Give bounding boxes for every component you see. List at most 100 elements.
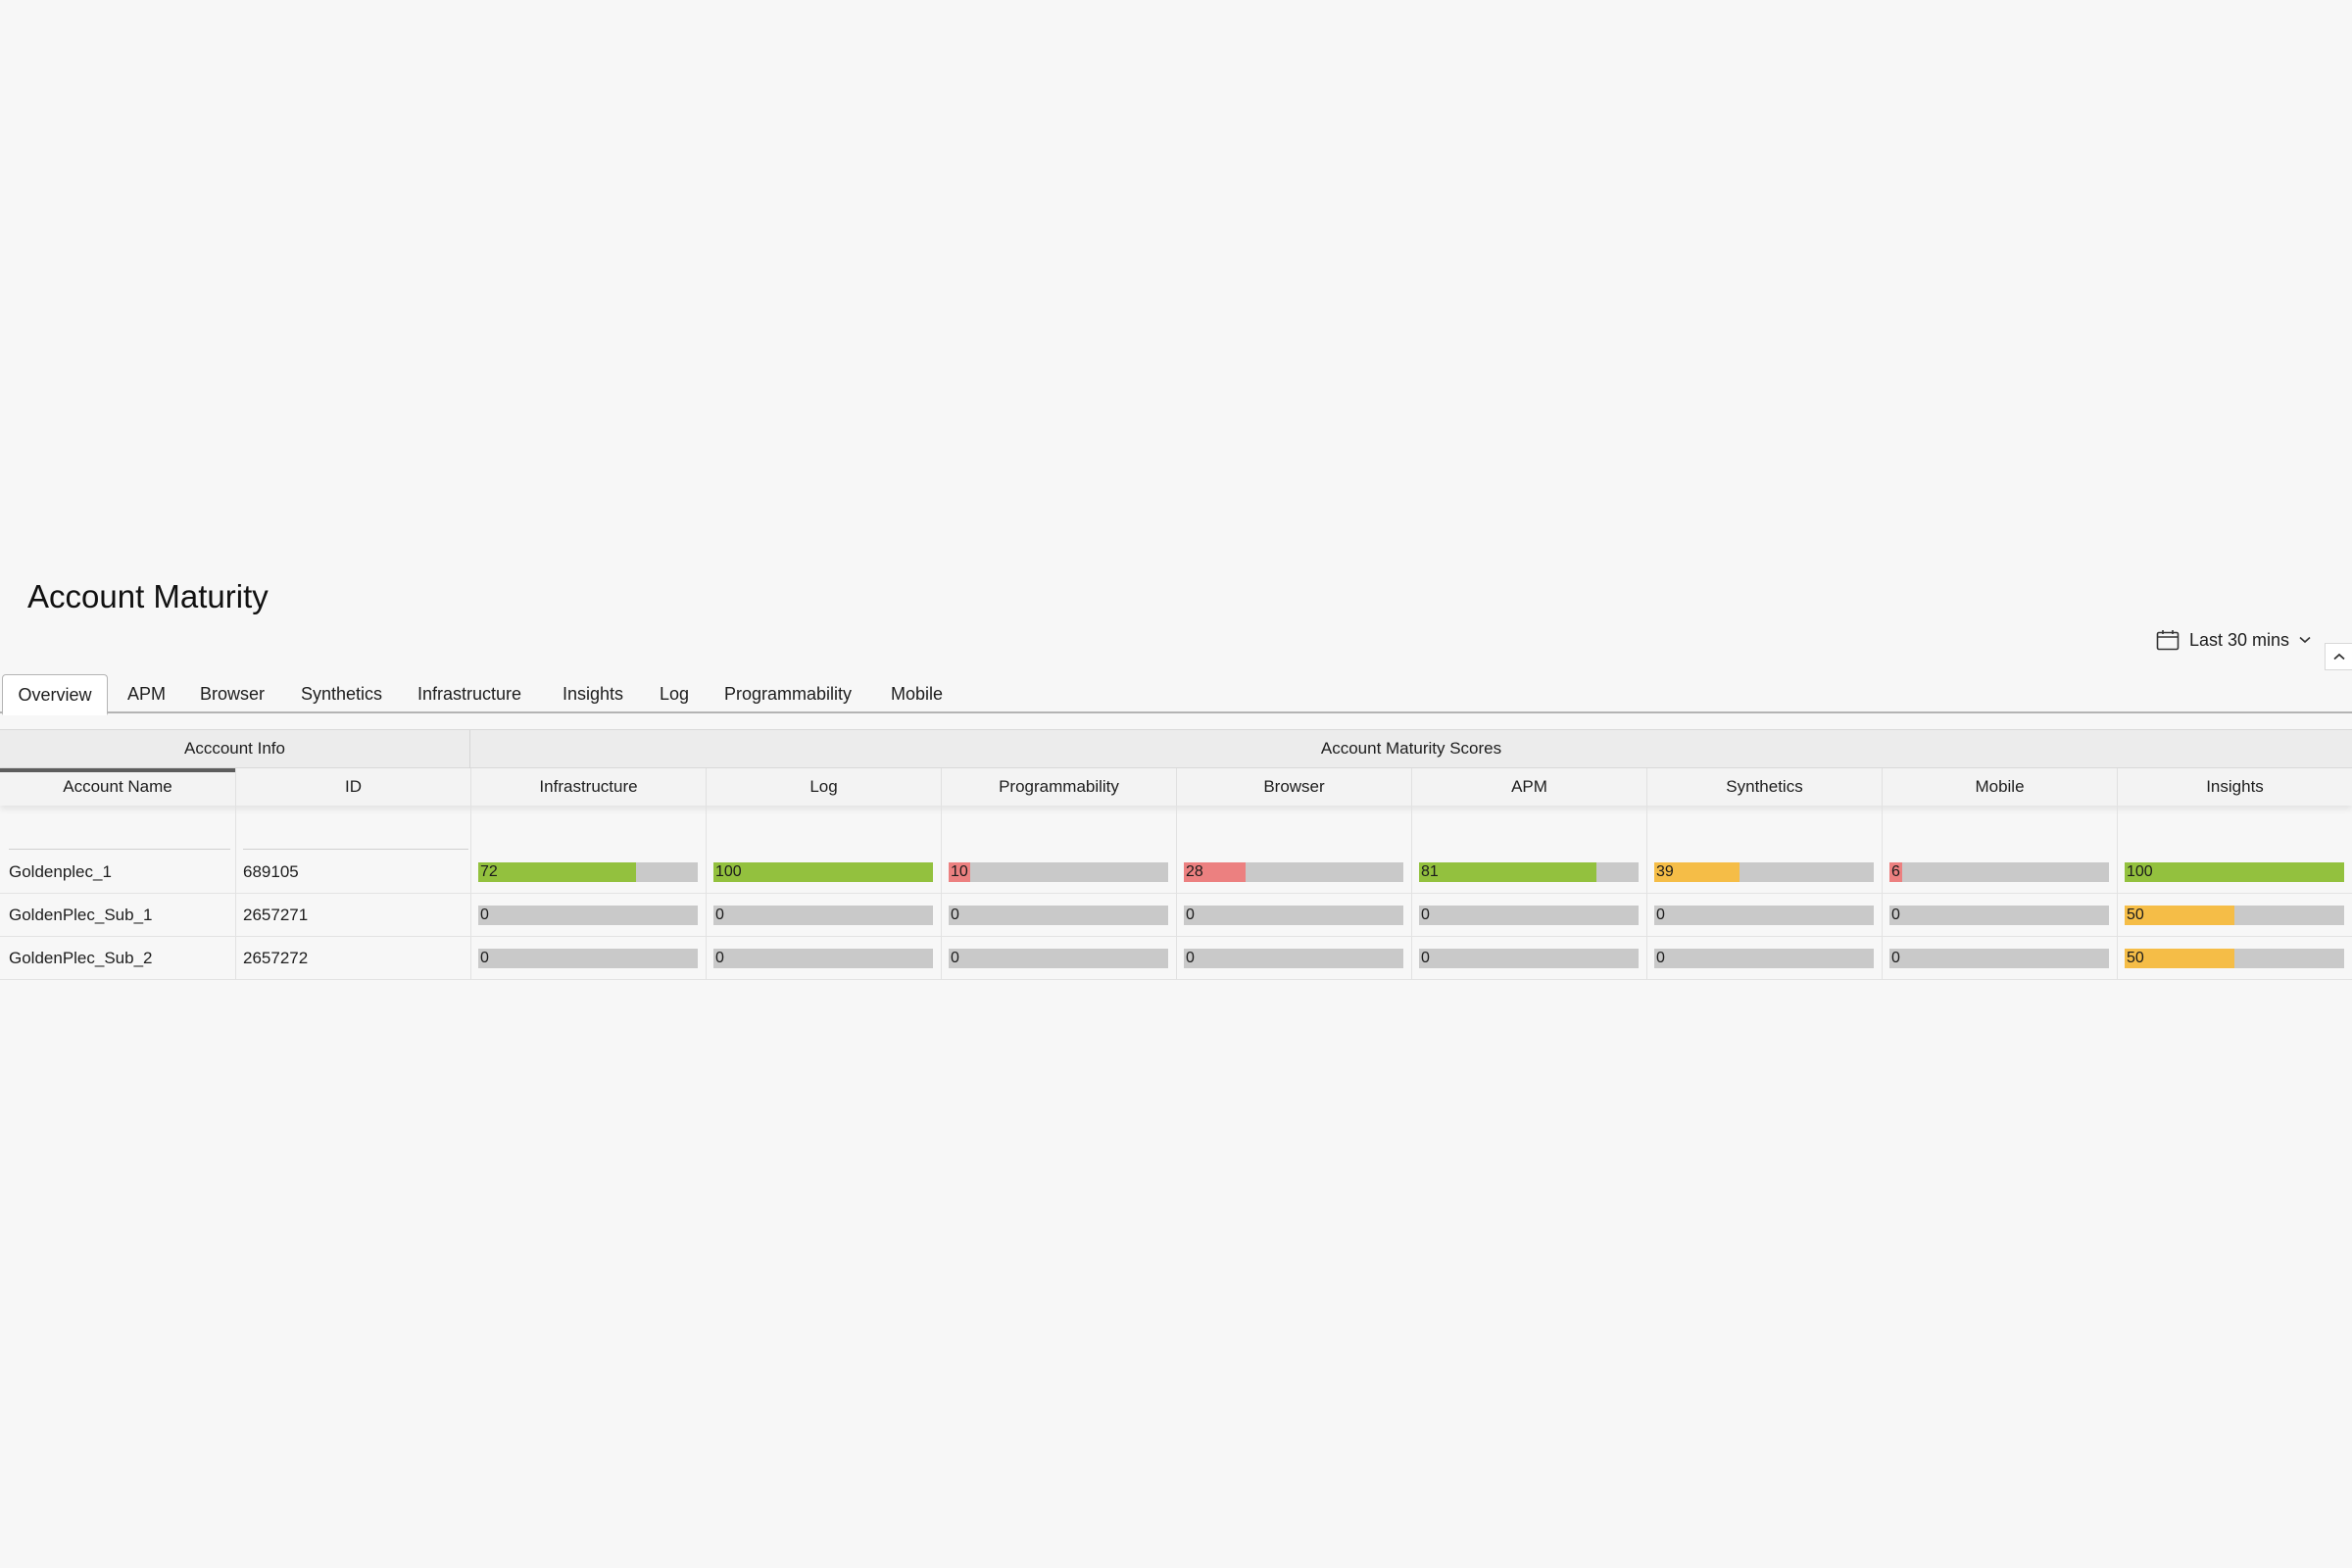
tab-synthetics[interactable]: Synthetics — [301, 674, 382, 713]
account-id-cell: 2657272 — [243, 949, 309, 967]
score-bar-mobile: 0 — [1889, 949, 2109, 968]
time-range-label: Last 30 mins — [2189, 629, 2290, 650]
collapse-button[interactable] — [2325, 643, 2352, 670]
column-header-row: Account Name ID Infrastructure Log Programma… — [0, 768, 2352, 806]
score-bar-programmability: 10 — [949, 862, 1168, 882]
score-value: 50 — [2127, 950, 2144, 966]
score-bar-browser: 28 — [1184, 862, 1403, 882]
column-header-id[interactable]: ID — [235, 768, 470, 806]
chevron-down-icon — [2299, 636, 2311, 644]
column-separator — [470, 806, 471, 980]
score-value: 50 — [2127, 906, 2144, 923]
score-bar-browser: 0 — [1184, 906, 1403, 925]
score-value: 39 — [1656, 863, 1674, 880]
score-value: 0 — [715, 906, 724, 923]
column-separator — [1176, 806, 1177, 980]
score-bar-infrastructure: 72 — [478, 862, 698, 882]
score-bar-apm: 81 — [1419, 862, 1639, 882]
account-maturity-table: Acccount Info Account Maturity Scores Ac… — [0, 729, 2352, 994]
page-title: Account Maturity — [27, 578, 269, 614]
score-bar-synthetics: 0 — [1654, 906, 1874, 925]
score-value: 100 — [2127, 863, 2153, 880]
score-bar-programmability: 0 — [949, 949, 1168, 968]
score-bar-insights: 50 — [2125, 949, 2344, 968]
column-header-programmability[interactable]: Programmability — [941, 768, 1176, 806]
tab-mobile[interactable]: Mobile — [891, 674, 943, 713]
column-header-mobile[interactable]: Mobile — [1882, 768, 2117, 806]
score-bar-insights: 50 — [2125, 906, 2344, 925]
score-bar-infrastructure: 0 — [478, 906, 698, 925]
column-header-infrastructure[interactable]: Infrastructure — [470, 768, 706, 806]
score-bar-fill — [1419, 862, 1597, 882]
column-separator — [941, 806, 942, 980]
score-value: 0 — [1891, 950, 1900, 966]
score-bar-fill — [478, 862, 637, 882]
group-header-maturity-scores: Account Maturity Scores — [1320, 739, 1502, 758]
tab-browser[interactable]: Browser — [200, 674, 265, 713]
column-separator — [1646, 806, 1647, 980]
column-header-browser[interactable]: Browser — [1176, 768, 1411, 806]
score-bar-browser: 0 — [1184, 949, 1403, 968]
score-value: 0 — [480, 950, 489, 966]
score-bar-apm: 0 — [1419, 906, 1639, 925]
tab-insights[interactable]: Insights — [563, 674, 623, 713]
score-value: 0 — [480, 906, 489, 923]
score-value: 6 — [1891, 863, 1900, 880]
column-separator — [2117, 806, 2118, 980]
time-range-picker[interactable]: Last 30 mins — [2156, 629, 2311, 651]
score-value: 0 — [715, 950, 724, 966]
tab-overview[interactable]: Overview — [2, 674, 108, 715]
column-header-apm[interactable]: APM — [1411, 768, 1646, 806]
account-name-cell: Goldenplec_1 — [9, 862, 112, 881]
calendar-icon — [2156, 629, 2180, 651]
group-header-account-info: Acccount Info — [0, 730, 470, 769]
tab-bar: Overview APM Browser Synthetics Infrastr… — [0, 674, 2352, 715]
score-bar-insights: 100 — [2125, 862, 2344, 882]
account-name-filter-input[interactable] — [9, 825, 230, 850]
tab-infrastructure[interactable]: Infrastructure — [417, 674, 521, 713]
column-separator — [235, 806, 236, 980]
score-value: 28 — [1186, 863, 1203, 880]
score-value: 0 — [1186, 950, 1195, 966]
score-value: 0 — [1421, 950, 1430, 966]
score-value: 100 — [715, 863, 742, 880]
score-value: 0 — [1421, 906, 1430, 923]
score-bar-programmability: 0 — [949, 906, 1168, 925]
score-bar-fill — [713, 862, 933, 882]
column-header-insights[interactable]: Insights — [2117, 768, 2352, 806]
score-value: 0 — [1656, 950, 1665, 966]
score-bar-synthetics: 0 — [1654, 949, 1874, 968]
score-value: 0 — [1656, 906, 1665, 923]
tab-log[interactable]: Log — [660, 674, 689, 713]
score-value: 0 — [951, 950, 959, 966]
score-value: 0 — [951, 906, 959, 923]
tab-programmability[interactable]: Programmability — [724, 674, 852, 713]
score-value: 72 — [480, 863, 498, 880]
account-id-cell: 689105 — [243, 862, 299, 881]
column-separator — [1882, 806, 1883, 980]
score-value: 0 — [1186, 906, 1195, 923]
score-bar-mobile: 0 — [1889, 906, 2109, 925]
score-value: 81 — [1421, 863, 1439, 880]
score-bar-infrastructure: 0 — [478, 949, 698, 968]
score-bar-log: 0 — [713, 906, 933, 925]
score-bar-fill — [2125, 862, 2344, 882]
column-group-row: Acccount Info Account Maturity Scores — [0, 729, 2352, 769]
score-bar-synthetics: 39 — [1654, 862, 1874, 882]
score-value: 0 — [1891, 906, 1900, 923]
account-id-cell: 2657271 — [243, 906, 309, 924]
column-header-synthetics[interactable]: Synthetics — [1646, 768, 1882, 806]
column-separator — [1411, 806, 1412, 980]
column-separator — [706, 806, 707, 980]
score-bar-mobile: 6 — [1889, 862, 2109, 882]
account-name-cell: GoldenPlec_Sub_1 — [9, 906, 153, 924]
chevron-up-icon — [2332, 648, 2345, 665]
column-header-log[interactable]: Log — [706, 768, 941, 806]
score-bar-log: 100 — [713, 862, 933, 882]
id-filter-input[interactable] — [243, 825, 468, 850]
score-bar-log: 0 — [713, 949, 933, 968]
account-name-cell: GoldenPlec_Sub_2 — [9, 949, 153, 967]
column-header-account-name[interactable]: Account Name — [0, 768, 235, 806]
tab-apm[interactable]: APM — [127, 674, 166, 713]
score-bar-apm: 0 — [1419, 949, 1639, 968]
